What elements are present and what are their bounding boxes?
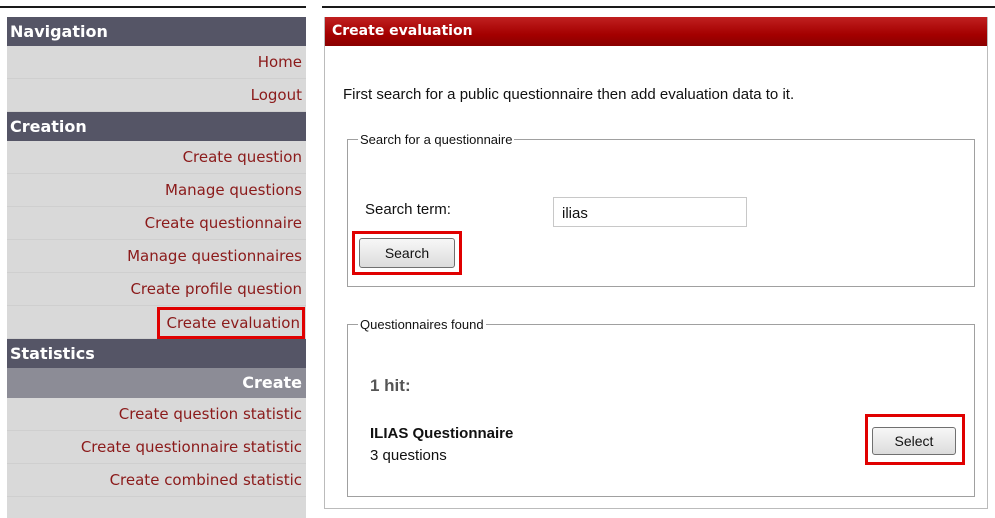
search-term-input[interactable]	[553, 197, 747, 227]
nav-logout-label: Logout	[250, 86, 302, 104]
result-question-count: 3 questions	[370, 447, 447, 464]
nav-create-questionnaire-statistic-link[interactable]: Create questionnaire statistic	[7, 431, 306, 464]
nav-create-questionnaire-link[interactable]: Create questionnaire	[7, 207, 306, 240]
nav-statistics-create-active[interactable]: Create	[7, 368, 306, 398]
results-fieldset: Questionnaires found 1 hit: ILIAS Questi…	[347, 317, 975, 497]
nav-create-combined-statistic-link[interactable]: Create combined statistic	[7, 464, 306, 497]
nav-manage-questionnaires-link[interactable]: Manage questionnaires	[7, 240, 306, 273]
section-creation-header: Creation	[7, 112, 306, 141]
search-button[interactable]: Search	[359, 238, 455, 268]
search-fieldset: Search for a questionnaire Search term: …	[347, 132, 975, 287]
nav-manage-questions-label: Manage questions	[165, 181, 302, 199]
nav-create-evaluation-label: Create evaluation	[157, 306, 305, 339]
nav-create-questionnaire-statistic-label: Create questionnaire statistic	[80, 438, 302, 456]
nav-home-label: Home	[257, 53, 302, 71]
select-button[interactable]: Select	[872, 427, 956, 455]
search-fieldset-legend: Search for a questionnaire	[360, 132, 513, 147]
nav-logout-link[interactable]: Logout	[7, 79, 306, 112]
top-border-left	[0, 6, 306, 8]
search-term-label: Search term:	[365, 201, 451, 218]
sidebar: Navigation Home Logout Creation Create q…	[7, 17, 306, 518]
nav-create-questionnaire-label: Create questionnaire	[144, 214, 302, 232]
intro-text: First search for a public questionnaire …	[343, 86, 795, 103]
nav-manage-questionnaires-label: Manage questionnaires	[127, 247, 302, 265]
result-title: ILIAS Questionnaire	[370, 425, 514, 442]
main-panel: Create evaluation First search for a pub…	[324, 17, 988, 509]
section-statistics-header: Statistics	[7, 339, 306, 368]
nav-create-evaluation-link[interactable]: Create evaluation	[7, 306, 306, 339]
results-fieldset-legend: Questionnaires found	[360, 317, 484, 332]
nav-create-profile-question-link[interactable]: Create profile question	[7, 273, 306, 306]
nav-create-question-link[interactable]: Create question	[7, 141, 306, 174]
hit-count: 1 hit:	[370, 376, 411, 395]
panel-header: Create evaluation	[325, 17, 987, 46]
nav-create-question-label: Create question	[182, 148, 302, 166]
nav-create-question-statistic-label: Create question statistic	[118, 405, 302, 423]
section-navigation-header: Navigation	[7, 17, 306, 46]
nav-create-profile-question-label: Create profile question	[130, 280, 302, 298]
nav-create-combined-statistic-label: Create combined statistic	[109, 471, 302, 489]
nav-home-link[interactable]: Home	[7, 46, 306, 79]
nav-manage-questions-link[interactable]: Manage questions	[7, 174, 306, 207]
top-border-right	[322, 6, 995, 8]
nav-create-question-statistic-link[interactable]: Create question statistic	[7, 398, 306, 431]
